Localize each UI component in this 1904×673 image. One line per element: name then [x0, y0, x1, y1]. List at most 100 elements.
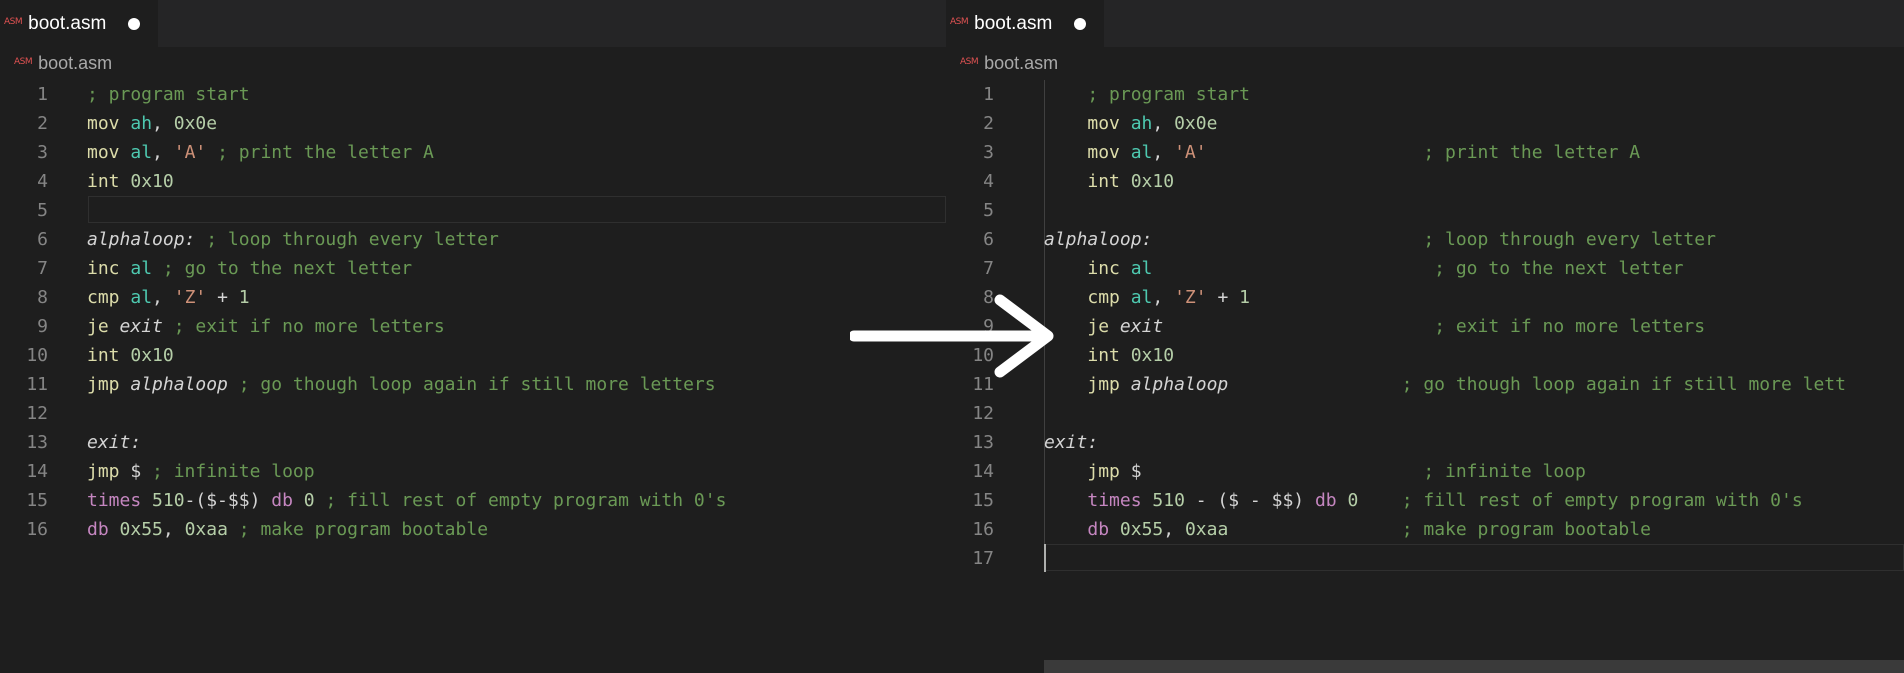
code-line[interactable]: 8 cmp al, 'Z' + 1 — [946, 283, 1904, 312]
line-number: 6 — [37, 229, 48, 250]
code-line[interactable]: 12 — [946, 399, 1904, 428]
code-token: jmp — [87, 461, 120, 482]
code-token: 'A' — [173, 142, 207, 163]
unsaved-dot-icon[interactable] — [1074, 17, 1087, 30]
code-token: , — [162, 519, 185, 540]
code-line[interactable]: 6 alphaloop: ; loop through every letter — [0, 225, 946, 254]
code-token: 'A' — [1174, 142, 1207, 163]
line-number: 2 — [983, 113, 994, 134]
line-number: 4 — [37, 171, 48, 192]
asm-file-icon: ASM — [4, 17, 23, 27]
tab-boot-asm[interactable]: ASM boot.asm — [0, 0, 159, 47]
code-token: 'Z' — [1174, 287, 1207, 308]
right-arrow-icon — [850, 294, 1054, 378]
code-text: int 0x10 — [1044, 341, 1174, 370]
code-line[interactable]: 17 — [946, 544, 1904, 573]
code-token: 0x55 — [1119, 519, 1164, 540]
code-line[interactable]: 4 int 0x10 — [0, 167, 946, 196]
code-line[interactable]: 15 times 510-($-$$) db 0 ; fill rest of e… — [0, 486, 946, 515]
code-token: inc — [87, 258, 120, 279]
code-token: ; infinite loop — [1423, 461, 1586, 482]
editor-pane-left[interactable]: ASM boot.asm ASM boot.asm 1 ; program sta… — [0, 0, 946, 673]
code-token: 0 — [303, 490, 315, 511]
tab-boot-asm[interactable]: ASM boot.asm — [946, 0, 1105, 47]
code-line[interactable]: 6 alphaloop: ; loop through every letter — [946, 225, 1904, 254]
code-text: je exit ; exit if no more letters — [87, 312, 445, 341]
code-token: exit: — [1044, 432, 1099, 453]
code-line[interactable]: 11 jmp alphaloop ; go though loop again … — [946, 370, 1904, 399]
code-line[interactable]: 8 cmp al, 'Z' + 1 — [0, 283, 946, 312]
code-token: al — [130, 142, 153, 163]
code-line[interactable]: 10 int 0x10 — [946, 341, 1904, 370]
code-token: -($-$$) — [184, 490, 272, 511]
code-token: $ — [119, 461, 153, 482]
code-text: inc al ; go to the next letter — [1044, 254, 1683, 283]
code-token: int — [87, 345, 120, 366]
code-line[interactable]: 4 int 0x10 — [946, 167, 1904, 196]
code-token: ; go to the next letter — [162, 258, 413, 279]
code-line[interactable]: 1 ; program start — [946, 80, 1904, 109]
asm-file-icon: ASM — [950, 17, 969, 27]
code-line[interactable]: 14 jmp $ ; infinite loop — [946, 457, 1904, 486]
code-line[interactable]: 3 mov al, 'A' ; print the letter A — [0, 138, 946, 167]
code-line[interactable]: 7 inc al ; go to the next letter — [946, 254, 1904, 283]
code-line[interactable]: 14 jmp $ ; infinite loop — [0, 457, 946, 486]
code-text: jmp alphaloop ; go though loop again if … — [1044, 370, 1846, 399]
tab-label: boot.asm — [974, 12, 1053, 34]
code-line[interactable]: 2 mov ah, 0x0e — [0, 109, 946, 138]
code-line[interactable]: 5 — [946, 196, 1904, 225]
code-token: 0x0e — [173, 113, 218, 134]
editor-pane-right[interactable]: ASM boot.asm ASM boot.asm 1 ; program st… — [946, 0, 1904, 673]
line-number: 7 — [983, 258, 994, 279]
horizontal-scrollbar[interactable] — [1044, 660, 1904, 673]
breadcrumb-file[interactable]: boot.asm — [984, 53, 1058, 74]
code-token: alphaloop: — [87, 229, 196, 250]
code-token: cmp — [1087, 287, 1120, 308]
breadcrumb-file[interactable]: boot.asm — [38, 53, 112, 74]
code-line[interactable]: 9 je exit ; exit if no more letters — [946, 312, 1904, 341]
code-line[interactable]: 2 mov ah, 0x0e — [946, 109, 1904, 138]
code-line[interactable]: 13 exit: — [0, 428, 946, 457]
breadcrumb[interactable]: ASM boot.asm — [960, 50, 1058, 76]
code-line[interactable]: 1 ; program start — [0, 80, 946, 109]
code-editor[interactable]: 1 ; program start 2 mov ah, 0x0e 3 mov al,… — [946, 80, 1904, 673]
code-text: ; program start — [1044, 80, 1250, 109]
code-token: , — [1152, 113, 1175, 134]
code-editor[interactable]: 1 ; program start 2 mov ah, 0x0e 3 mov al, 'A… — [0, 80, 946, 673]
code-token: al — [1130, 142, 1153, 163]
code-line[interactable]: 12 — [0, 399, 946, 428]
code-token: db — [271, 490, 293, 511]
code-line[interactable]: 13 exit: — [946, 428, 1904, 457]
code-text: inc al ; go to the next letter — [87, 254, 412, 283]
code-line[interactable]: 16 db 0x55, 0xaa ; make program bootable — [946, 515, 1904, 544]
code-line[interactable]: 9 je exit ; exit if no more letters — [0, 312, 946, 341]
unsaved-dot-icon[interactable] — [128, 17, 141, 30]
code-line[interactable]: 5 — [0, 196, 946, 225]
code-line[interactable]: 11 jmp alphaloop ; go though loop again i… — [0, 370, 946, 399]
code-line[interactable]: 16 db 0x55, 0xaa ; make program bootable — [0, 515, 946, 544]
code-text: mov al, 'A' ; print the letter A — [87, 138, 434, 167]
code-line[interactable]: 15 times 510 - ($ - $$) db 0 ; fill rest… — [946, 486, 1904, 515]
code-token: - ($ - $$) — [1184, 490, 1315, 511]
code-text: times 510 - ($ - $$) db 0 ; fill rest of… — [1044, 486, 1802, 515]
code-token: ; loop through every letter — [206, 229, 499, 250]
code-line[interactable]: 10 int 0x10 — [0, 341, 946, 370]
breadcrumb[interactable]: ASM boot.asm — [14, 50, 112, 76]
code-line[interactable]: 3 mov al, 'A' ; print the letter A — [946, 138, 1904, 167]
code-line[interactable]: 7 inc al ; go to the next letter — [0, 254, 946, 283]
code-text: mov ah, 0x0e — [1044, 109, 1217, 138]
